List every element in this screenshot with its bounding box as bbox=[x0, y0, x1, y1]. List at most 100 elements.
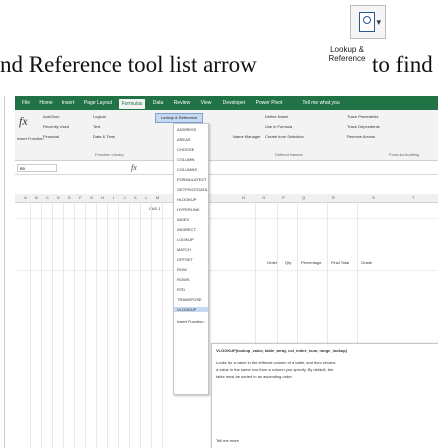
tab-insert[interactable]: Insert bbox=[59, 98, 77, 108]
tab-formulas[interactable]: Formulas bbox=[119, 99, 145, 109]
tab-page-layout[interactable]: Page Layout bbox=[81, 98, 115, 108]
remove-arrows-button[interactable]: Remove Arrows bbox=[347, 134, 375, 139]
gridline bbox=[30, 202, 31, 448]
gridline bbox=[15, 270, 438, 271]
gridline bbox=[63, 202, 64, 448]
name-manager-button[interactable]: Name Manager bbox=[233, 134, 261, 139]
logical-button[interactable]: Logical bbox=[93, 114, 106, 119]
menu-item-offset[interactable]: OFFSET bbox=[177, 257, 193, 262]
formula-fx-icon[interactable]: fx bbox=[131, 163, 137, 172]
insert-function-label[interactable]: Insert Function bbox=[17, 136, 43, 141]
menu-item-column[interactable]: COLUMN bbox=[177, 157, 194, 162]
ribbon-formulas: fx Insert Function AutoSum Recently Used… bbox=[15, 110, 438, 161]
gridline bbox=[140, 202, 141, 448]
menu-item-vlookup[interactable]: VLOOKUP bbox=[174, 307, 208, 312]
menu-item-hyperlink[interactable]: HYPERLINK bbox=[177, 207, 200, 212]
caption-text-before: nd Reference tool list arrow bbox=[0, 52, 257, 77]
col-header[interactable]: B bbox=[32, 194, 41, 202]
lookup-reference-menu: ADDRESS AREAS CHOOSE COLUMN COLUMNS FORM… bbox=[173, 123, 209, 395]
tab-file[interactable]: File bbox=[19, 98, 33, 108]
insert-function-icon[interactable]: fx bbox=[19, 114, 28, 129]
menu-item-address[interactable]: ADDRESS bbox=[177, 127, 196, 132]
col-header[interactable]: N bbox=[239, 194, 248, 202]
use-in-formula-button[interactable]: Use in Formula bbox=[265, 124, 292, 129]
text-button[interactable]: Text bbox=[93, 124, 100, 129]
menu-item-rtd[interactable]: RTD bbox=[177, 287, 185, 292]
lookup-reference-button[interactable]: Lookup & Reference bbox=[155, 113, 203, 123]
tooltip-signature: VLOOKUP(lookup_value, table_array, col_i… bbox=[216, 348, 348, 353]
trace-dependents-button[interactable]: Trace Dependents bbox=[347, 124, 380, 129]
col-header[interactable]: I bbox=[109, 194, 118, 202]
name-box[interactable]: B5 bbox=[17, 164, 57, 172]
date-time-button[interactable]: Date & Time bbox=[93, 134, 115, 139]
menu-item-lookup[interactable]: LOOKUP bbox=[177, 237, 194, 242]
col-header[interactable]: A bbox=[21, 194, 30, 202]
col-header[interactable]: C bbox=[43, 194, 52, 202]
autosum-button[interactable]: AutoSum bbox=[43, 114, 59, 119]
header-order: Order bbox=[267, 260, 278, 265]
tab-developer[interactable]: Developer bbox=[219, 98, 249, 108]
col-header[interactable]: S bbox=[369, 194, 378, 202]
tooltip-line-1: Looks for a value in the leftmost column… bbox=[216, 360, 336, 365]
col-header[interactable]: D bbox=[54, 194, 63, 202]
menu-item-rows[interactable]: ROWS bbox=[177, 277, 189, 282]
menu-item-indirect[interactable]: INDIRECT bbox=[177, 227, 196, 232]
menu-item-areas[interactable]: AREAS bbox=[177, 137, 191, 142]
col-header[interactable]: T bbox=[409, 194, 418, 202]
menu-item-choose[interactable]: CHOOSE bbox=[177, 147, 194, 152]
trace-precedents-button[interactable]: Trace Precedents bbox=[347, 114, 378, 119]
tab-home[interactable]: Home bbox=[37, 98, 55, 108]
sheet-glyph bbox=[359, 12, 375, 32]
instruction-caption: nd Reference tool list arrow Lookup & Re… bbox=[0, 44, 438, 84]
create-from-selection-button[interactable]: Create from Selection bbox=[265, 134, 304, 139]
gridline bbox=[41, 202, 42, 448]
menu-item-insert-function[interactable]: Insert Function... bbox=[177, 319, 207, 324]
gridline bbox=[118, 202, 119, 448]
col-header[interactable]: K bbox=[131, 194, 140, 202]
column-header-row: A B C D E F G H I J K L M N O P Q R S T bbox=[15, 194, 438, 203]
gridline bbox=[15, 218, 438, 219]
col-header[interactable]: E bbox=[65, 194, 74, 202]
lookup-reference-icon[interactable]: ▾ bbox=[350, 5, 386, 39]
col-header[interactable]: L bbox=[142, 194, 151, 202]
col-header[interactable]: G bbox=[87, 194, 96, 202]
tooltip-line-2: a value in the same row from a column yo… bbox=[216, 367, 334, 372]
menu-item-hlookup[interactable]: HLOOKUP bbox=[177, 197, 197, 202]
col-header[interactable]: F bbox=[76, 194, 85, 202]
menu-item-match[interactable]: MATCH bbox=[177, 247, 191, 252]
caption-text-after: to find bbox=[372, 52, 433, 77]
excel-window: File Home Insert Page Layout Formulas Da… bbox=[4, 96, 438, 448]
header-percentage: Percentage bbox=[301, 260, 322, 265]
tab-data[interactable]: Data bbox=[149, 98, 167, 108]
col-header[interactable]: P bbox=[279, 194, 288, 202]
col-header[interactable]: H bbox=[98, 194, 107, 202]
col-header[interactable]: J bbox=[120, 194, 129, 202]
col-header[interactable]: O bbox=[259, 194, 268, 202]
col-header[interactable]: M bbox=[153, 194, 162, 202]
formula-auditing-label: Formula Auditing bbox=[389, 152, 420, 157]
col-header[interactable]: Q bbox=[299, 194, 308, 202]
header-qty: Qty bbox=[285, 260, 292, 265]
gridline bbox=[107, 202, 108, 448]
tell-me-box[interactable]: Tell me what you bbox=[291, 98, 351, 108]
header-final-total: Final Total bbox=[331, 260, 350, 265]
menu-item-transpose[interactable]: TRANSPOSE bbox=[177, 297, 202, 302]
financial-button[interactable]: Financial bbox=[43, 134, 59, 139]
menu-item-row[interactable]: ROW bbox=[177, 267, 187, 272]
gridline bbox=[52, 202, 53, 448]
tab-power-pivot[interactable]: Power Pivot bbox=[253, 98, 285, 108]
menu-item-formulatext[interactable]: FORMULATEXT bbox=[177, 177, 206, 182]
col-header[interactable]: R bbox=[329, 194, 338, 202]
tab-review[interactable]: Review bbox=[171, 98, 193, 108]
tell-me-more-link[interactable]: Tell me more bbox=[216, 438, 239, 443]
gridline bbox=[74, 202, 75, 448]
chevron-down-icon: ▾ bbox=[376, 17, 381, 27]
menu-item-getpivotdata[interactable]: GETPIVOTDATA bbox=[177, 187, 207, 192]
menu-item-index[interactable]: INDEX bbox=[177, 217, 189, 222]
define-name-button[interactable]: Define Name bbox=[265, 114, 288, 119]
header-grade: Grade bbox=[361, 260, 373, 265]
menu-item-columns[interactable]: COLUMNS bbox=[177, 167, 197, 172]
gridline bbox=[151, 202, 152, 448]
tab-view[interactable]: View bbox=[197, 98, 215, 108]
recently-used-button[interactable]: Recently Used bbox=[43, 124, 69, 129]
